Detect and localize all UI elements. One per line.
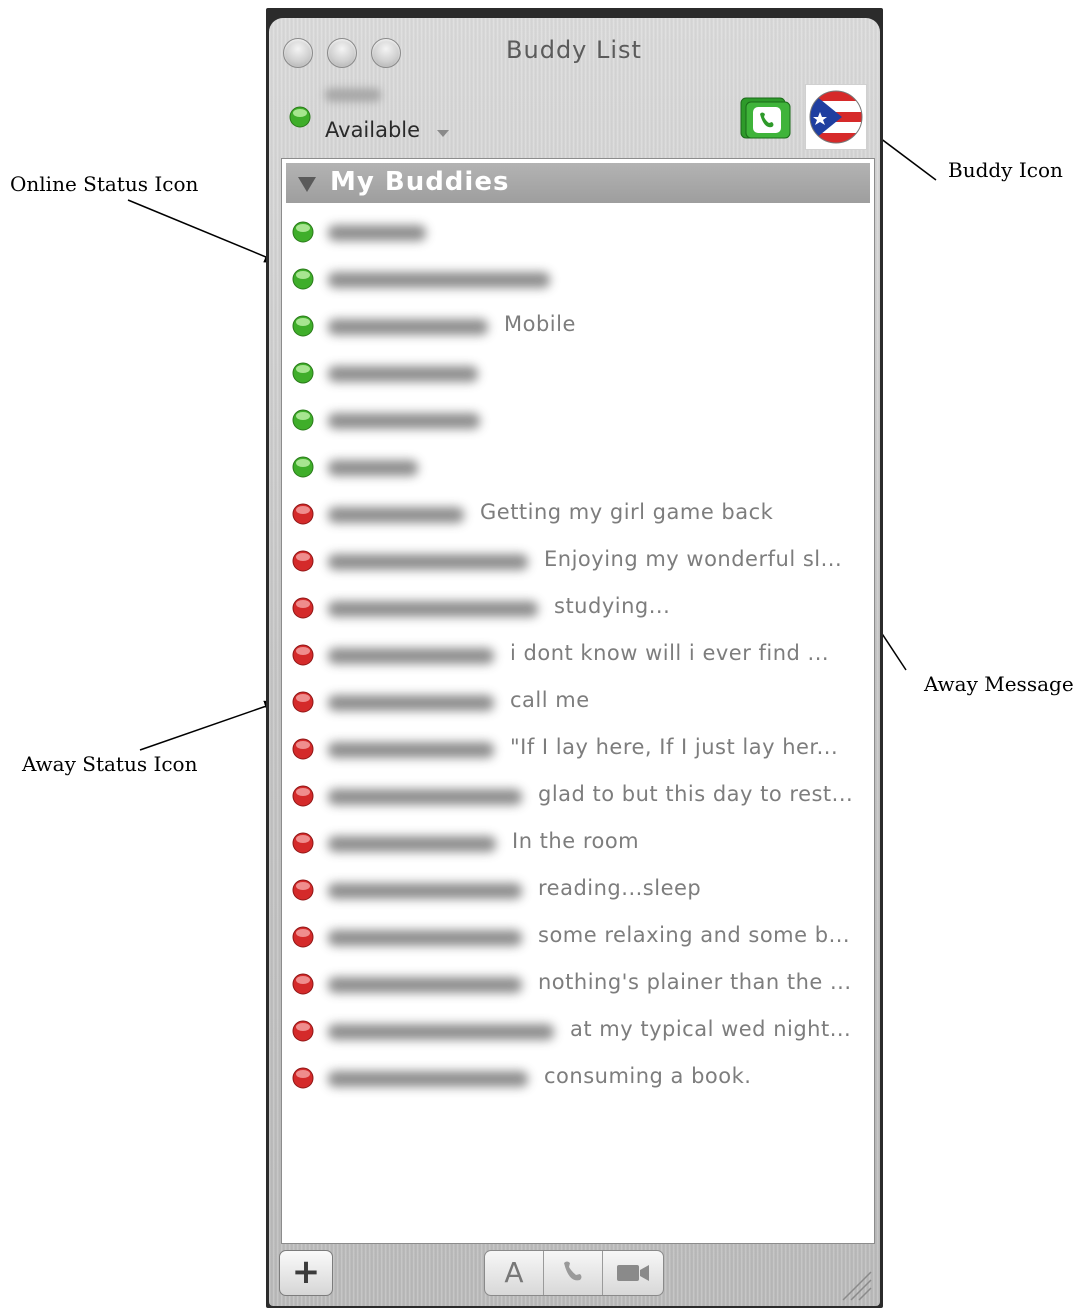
phone-call-icon — [564, 1261, 582, 1281]
away-status-icon — [292, 691, 314, 713]
buddy-row[interactable]: Getting my girl game back — [282, 491, 874, 537]
phone-icon[interactable] — [739, 96, 791, 140]
away-status-icon — [292, 973, 314, 995]
away-message: at my typical wed night... — [570, 1017, 852, 1041]
away-message: consuming a book. — [544, 1064, 752, 1088]
buddy-list-window: Buddy List Available My Buddies Mobile G… — [266, 8, 883, 1308]
buddy-row[interactable] — [282, 256, 874, 302]
buddy-row[interactable] — [282, 444, 874, 490]
away-message: In the room — [512, 829, 640, 853]
buddy-name — [328, 413, 480, 429]
buddy-name — [328, 883, 522, 899]
group-header-my-buddies[interactable]: My Buddies — [286, 163, 870, 203]
online-status-icon — [292, 409, 314, 431]
buddy-row[interactable] — [282, 397, 874, 443]
away-status-icon — [292, 597, 314, 619]
away-status-icon — [292, 785, 314, 807]
buddy-row[interactable]: nothing's plainer than the ... — [282, 961, 874, 1007]
minimize-button[interactable] — [327, 38, 357, 68]
video-camera-icon — [617, 1265, 649, 1281]
buddy-icon[interactable] — [805, 84, 867, 150]
online-status-icon — [292, 221, 314, 243]
buddy-row[interactable]: Mobile — [282, 303, 874, 349]
away-status-icon — [292, 550, 314, 572]
away-message: Enjoying my wonderful sl... — [544, 547, 843, 571]
buddy-row[interactable]: In the room — [282, 820, 874, 866]
buddy-name — [328, 460, 418, 476]
buddy-name — [328, 1071, 528, 1087]
buddy-name — [328, 507, 464, 523]
buddy-name — [328, 789, 522, 805]
buddy-name — [328, 1024, 554, 1040]
away-message: nothing's plainer than the ... — [538, 970, 852, 994]
away-status-icon — [292, 738, 314, 760]
buddy-name — [328, 319, 488, 335]
away-message: "If I lay here, If I just lay her... — [510, 735, 839, 759]
buddy-name — [328, 272, 550, 288]
online-status-icon — [292, 315, 314, 337]
online-status-icon — [292, 268, 314, 290]
away-status-icon — [292, 503, 314, 525]
text-chat-button[interactable]: A — [485, 1251, 544, 1295]
buddy-row[interactable]: reading...sleep — [282, 867, 874, 913]
resize-grip-icon[interactable] — [839, 1268, 873, 1302]
add-buddy-button[interactable]: + — [279, 1250, 333, 1296]
buddy-row[interactable]: consuming a book. — [282, 1055, 874, 1101]
away-status-icon — [292, 832, 314, 854]
video-chat-button[interactable] — [603, 1251, 663, 1295]
buddy-list-panel[interactable]: My Buddies Mobile Getting my girl game ba… — [281, 158, 875, 1244]
buddy-row[interactable]: studying... — [282, 585, 874, 631]
window-title: Buddy List — [506, 36, 642, 64]
away-status-icon — [292, 1067, 314, 1089]
buddy-name — [328, 225, 426, 241]
close-button[interactable] — [283, 38, 313, 68]
away-status-icon — [292, 1020, 314, 1042]
buddy-name — [328, 554, 528, 570]
group-label: My Buddies — [330, 167, 510, 197]
away-message: studying... — [554, 594, 671, 618]
online-status-icon — [292, 456, 314, 478]
buddy-row[interactable]: i dont know will i ever find ... — [282, 632, 874, 678]
buddy-row[interactable]: at my typical wed night... — [282, 1008, 874, 1054]
buddy-name — [328, 648, 494, 664]
status-selector[interactable]: Available — [325, 118, 420, 142]
buddy-row[interactable] — [282, 209, 874, 255]
buddy-row[interactable]: glad to but this day to rest... — [282, 773, 874, 819]
buddy-name — [328, 930, 522, 946]
away-message: call me — [510, 688, 590, 712]
self-screen-name — [325, 88, 381, 102]
buddy-row[interactable]: Enjoying my wonderful sl... — [282, 538, 874, 584]
disclosure-triangle-icon[interactable] — [298, 177, 316, 192]
buddy-row[interactable]: some relaxing and some b... — [282, 914, 874, 960]
buddy-name — [328, 836, 496, 852]
buddy-name — [328, 695, 494, 711]
window-frame: Buddy List Available My Buddies Mobile G… — [269, 18, 880, 1306]
away-message: Getting my girl game back — [480, 500, 774, 524]
action-segmented-control: A — [484, 1250, 664, 1296]
online-status-icon — [292, 362, 314, 384]
buddy-name — [328, 742, 494, 758]
away-status-icon — [292, 644, 314, 666]
buddy-status-text: Mobile — [504, 312, 576, 336]
buddy-name — [328, 601, 538, 617]
away-status-icon — [292, 879, 314, 901]
status-dropdown-icon[interactable] — [437, 130, 449, 137]
buddy-row[interactable]: "If I lay here, If I just lay her... — [282, 726, 874, 772]
audio-chat-button[interactable] — [544, 1251, 603, 1295]
away-status-icon — [292, 926, 314, 948]
away-message: some relaxing and some b... — [538, 923, 851, 947]
buddy-row[interactable]: call me — [282, 679, 874, 725]
away-message: reading...sleep — [538, 876, 702, 900]
buddy-name — [328, 366, 478, 382]
away-message: glad to but this day to rest... — [538, 782, 854, 806]
self-online-status-icon — [289, 106, 311, 128]
zoom-button[interactable] — [371, 38, 401, 68]
buddy-row[interactable] — [282, 350, 874, 396]
buddy-name — [328, 977, 522, 993]
away-message: i dont know will i ever find ... — [510, 641, 830, 665]
flag-icon — [809, 90, 863, 144]
